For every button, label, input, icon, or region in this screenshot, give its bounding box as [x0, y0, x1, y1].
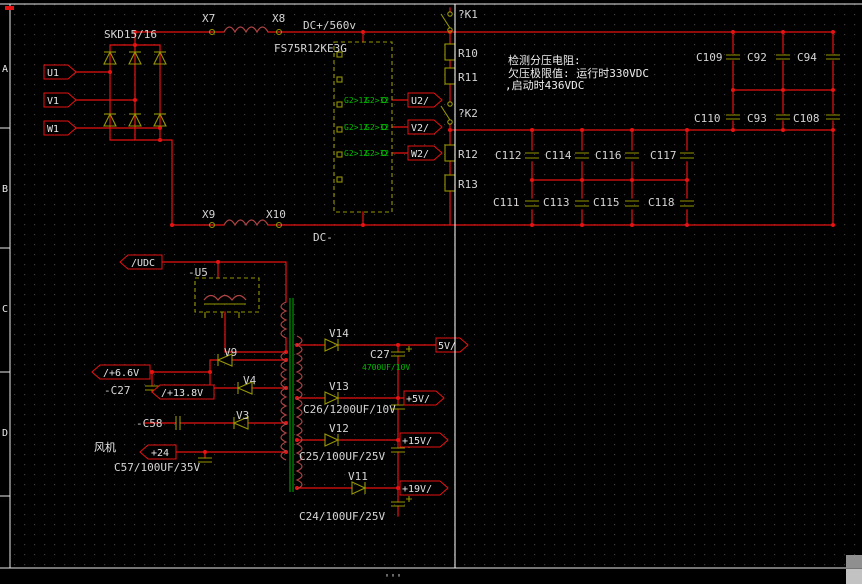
vscroll-down-button[interactable] [846, 555, 862, 568]
cap-label-c108: C108 [793, 112, 820, 125]
diode-v13-label: V13 [329, 380, 349, 393]
note-line-1: 检测分压电阻: [508, 53, 581, 67]
resistor-r11-label: R11 [458, 71, 478, 84]
schematic-editor-window: A B C D [0, 0, 862, 584]
cap-label-c112: C112 [495, 149, 522, 162]
port-udc-label: /UDC [131, 258, 155, 269]
diode-v3-label: V3 [236, 409, 249, 422]
cap-label-c117: C117 [650, 149, 677, 162]
relay-k2-label: ?K2 [458, 107, 478, 120]
port-v1-label: V1 [47, 96, 59, 107]
resistor-r13-label: R13 [458, 178, 478, 191]
gate-value-label: G2>12 [365, 123, 389, 132]
gate-value-label: G2>12 [365, 149, 389, 158]
port-5vp-label: +5V/ [406, 394, 430, 405]
cap-label-c116: C116 [595, 149, 622, 162]
cap-label-c94: C94 [797, 51, 817, 64]
terminal-x8-label: X8 [272, 12, 285, 25]
dc-plus-label: DC+/560v [303, 19, 356, 32]
port-u1-label: U1 [47, 68, 59, 79]
terminal-x10-label: X10 [266, 208, 286, 221]
schematic-canvas[interactable]: A B C D [0, 0, 862, 584]
zone-label-d: D [2, 428, 8, 439]
resistor-r12-label: R12 [458, 148, 478, 161]
cap-label-c27-left: -C27 [104, 384, 131, 397]
cap-label-c114: C114 [545, 149, 572, 162]
bridge-part-label: SKD15/16 [104, 28, 157, 41]
scroll-corner[interactable] [846, 569, 862, 584]
cap-label-c110: C110 [694, 112, 721, 125]
zone-label-b: B [2, 184, 8, 195]
port-13v8-label: /+13.8V [161, 388, 203, 399]
cap-label-c26: C26/1200UF/10V [303, 403, 396, 416]
note-line-3: ,启动时436VDC [505, 79, 584, 92]
diode-v11-label: V11 [348, 470, 368, 483]
zone-label-a: A [2, 64, 8, 75]
cap-label-c111: C111 [493, 196, 520, 209]
resistor-r10-label: R10 [458, 47, 478, 60]
port-u2-label: U2/ [411, 96, 429, 107]
terminal-x7-label: X7 [202, 12, 215, 25]
dc-minus-label: DC- [313, 231, 333, 244]
origin-marker [5, 6, 14, 10]
port-w2-label: W2/ [411, 149, 429, 160]
terminal-x9-label: X9 [202, 208, 215, 221]
diode-v9-label: V9 [224, 346, 237, 359]
port-5v-label: 5V/ [438, 341, 456, 352]
cap-value-c27: 4700UF/10V [362, 363, 410, 372]
cap-label-c115: C115 [593, 196, 620, 209]
cap-label-c118: C118 [648, 196, 675, 209]
fan-label: 风机 [94, 440, 116, 454]
port-24v-label: +24 [151, 448, 169, 459]
cap-label-c27: C27 [370, 348, 390, 361]
note-line-2: 欠压极限值: 运行时330VDC [508, 66, 649, 80]
cap-label-c93: C93 [747, 112, 767, 125]
cap-label-c24: C24/100UF/25V [299, 510, 385, 523]
u5-ref-label: -U5 [188, 266, 208, 279]
zone-label-c: C [2, 304, 8, 315]
hscrollbar-track[interactable] [0, 569, 862, 584]
port-v2-label: V2/ [411, 123, 429, 134]
diode-v14-label: V14 [329, 327, 349, 340]
port-15v-label: +15V/ [402, 436, 432, 447]
cap-label-c113: C113 [543, 196, 570, 209]
igbt-part-label: FS75R12KE3G [274, 42, 347, 55]
cap-label-c109: C109 [696, 51, 723, 64]
cap-label-c57: C57/100UF/35V [114, 461, 200, 474]
port-19v-label: +19V/ [402, 484, 432, 495]
relay-k1-label: ?K1 [458, 8, 478, 21]
cap-label-c92: C92 [747, 51, 767, 64]
cap-label-c25: C25/100UF/25V [299, 450, 385, 463]
diode-v12-label: V12 [329, 422, 349, 435]
hscroll-ticks: ''' [384, 573, 402, 584]
diode-v4-label: V4 [243, 374, 257, 387]
gate-value-label: G2>12 [365, 96, 389, 105]
port-w1-label: W1 [47, 124, 59, 135]
cap-label-c58: -C58 [136, 417, 163, 430]
port-6v6-label: /+6.6V [103, 368, 139, 379]
